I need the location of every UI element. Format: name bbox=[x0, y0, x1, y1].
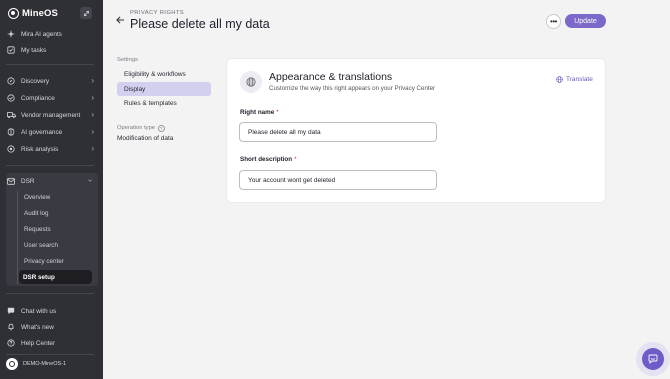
organization-switcher[interactable]: DEMO-MineOS-1 bbox=[6, 358, 66, 370]
chevron-right-icon: › bbox=[91, 93, 94, 102]
translate-label: Translate bbox=[566, 76, 593, 83]
card-title: Appearance & translations bbox=[269, 71, 393, 83]
operation-type-value: Modification of data bbox=[117, 135, 174, 142]
org-name: DEMO-MineOS-1 bbox=[23, 361, 67, 367]
chat-launcher-button[interactable] bbox=[642, 348, 664, 370]
submenu-rail bbox=[17, 191, 18, 284]
right-name-label: Right name * bbox=[240, 109, 279, 116]
sparkle-icon bbox=[6, 29, 16, 39]
chevron-right-icon: › bbox=[91, 127, 94, 136]
brand-name: MineOS bbox=[22, 7, 58, 19]
short-description-input[interactable] bbox=[239, 170, 437, 190]
more-options-button[interactable]: ••• bbox=[546, 14, 561, 29]
sidebar-item-label: Mira AI agents bbox=[21, 30, 62, 38]
chat-icon bbox=[648, 354, 658, 364]
mineos-logo-icon bbox=[8, 7, 19, 19]
update-button[interactable]: Update bbox=[565, 14, 606, 28]
sidebar-item-label: Compliance bbox=[21, 94, 55, 102]
sidebar-item-label: DSR bbox=[21, 177, 35, 185]
chat-icon bbox=[6, 306, 16, 316]
check-circle-icon bbox=[6, 93, 16, 103]
chevron-right-icon: › bbox=[91, 144, 94, 153]
page-title: Please delete all my data bbox=[130, 17, 270, 31]
sidebar-item-my-tasks[interactable]: My tasks bbox=[6, 43, 96, 57]
short-description-label: Short description * bbox=[240, 156, 297, 163]
chevron-right-icon: › bbox=[91, 76, 94, 85]
chevron-right-icon: › bbox=[91, 110, 94, 119]
sidebar-item-label: Vendor management bbox=[21, 111, 81, 119]
translate-button[interactable]: Translate bbox=[556, 76, 593, 83]
bell-icon bbox=[6, 322, 16, 332]
truck-icon bbox=[6, 110, 16, 120]
sidebar-divider bbox=[6, 354, 94, 355]
operation-type-label-text: Operation type bbox=[117, 125, 156, 132]
settings-item-display[interactable]: Display bbox=[117, 82, 211, 96]
sidebar-subitem-dsr-setup[interactable]: DSR setup bbox=[19, 270, 92, 284]
card-subtitle: Customize the way this right appears on … bbox=[269, 85, 436, 92]
breadcrumb: PRIVACY RIGHTS bbox=[130, 10, 185, 16]
sidebar-subitem-overview[interactable]: Overview bbox=[23, 191, 93, 203]
sidebar-item-help-center[interactable]: Help Center bbox=[6, 336, 96, 350]
right-name-input[interactable] bbox=[239, 122, 437, 142]
brain-icon bbox=[6, 127, 16, 137]
collapse-sidebar-button[interactable] bbox=[80, 7, 92, 19]
sidebar-subitem-privacy-center[interactable]: Privacy center bbox=[23, 255, 93, 267]
sidebar-subitem-audit-log[interactable]: Audit log bbox=[23, 207, 93, 219]
globe-icon bbox=[240, 71, 262, 93]
help-icon bbox=[6, 338, 16, 348]
sidebar-item-label: What's new bbox=[21, 323, 54, 331]
brand-logo: MineOS bbox=[8, 6, 96, 20]
sidebar-item-mira-ai-agents[interactable]: Mira AI agents bbox=[6, 27, 96, 41]
sidebar-item-whats-new[interactable]: What's new bbox=[6, 320, 96, 334]
settings-item-eligibility-workflows[interactable]: Eligibility & workflows bbox=[117, 67, 211, 81]
sidebar-item-label: Discovery bbox=[21, 77, 50, 85]
sidebar-subitem-requests[interactable]: Requests bbox=[23, 223, 93, 235]
sidebar-item-risk-analysis[interactable]: Risk analysis › bbox=[6, 142, 96, 156]
sidebar-item-vendor-management[interactable]: Vendor management › bbox=[6, 108, 96, 122]
sidebar-item-discovery[interactable]: Discovery › bbox=[6, 74, 96, 88]
operation-type-label: Operation type ? bbox=[117, 125, 165, 132]
settings-item-rules-templates[interactable]: Rules & templates bbox=[117, 96, 211, 110]
org-avatar bbox=[6, 358, 18, 370]
sidebar-item-chat-with-us[interactable]: Chat with us bbox=[6, 304, 96, 318]
sidebar-item-compliance[interactable]: Compliance › bbox=[6, 91, 96, 105]
required-marker: * bbox=[294, 156, 297, 163]
chevron-down-icon: › bbox=[86, 179, 96, 182]
sidebar-item-label: Chat with us bbox=[21, 307, 57, 315]
sidebar-item-label: AI governance bbox=[21, 128, 63, 136]
sidebar-divider bbox=[6, 64, 94, 65]
sidebar-subitem-user-search[interactable]: User search bbox=[23, 239, 93, 251]
task-icon bbox=[6, 45, 16, 55]
expand-arrows-icon bbox=[83, 10, 89, 16]
compass-icon bbox=[6, 76, 16, 86]
risk-icon bbox=[6, 144, 16, 154]
mail-icon bbox=[6, 176, 16, 186]
required-marker: * bbox=[276, 109, 279, 116]
sidebar-item-ai-governance[interactable]: AI governance › bbox=[6, 125, 96, 139]
short-description-label-text: Short description bbox=[240, 156, 293, 163]
sidebar-item-label: Risk analysis bbox=[21, 145, 59, 153]
sidebar-item-label: Help Center bbox=[21, 339, 56, 347]
back-arrow-icon[interactable] bbox=[116, 15, 125, 27]
sidebar-divider bbox=[6, 165, 94, 166]
sidebar-item-label: My tasks bbox=[21, 46, 47, 54]
sidebar: MineOS Mira AI agents My tasks Discovery… bbox=[0, 0, 103, 379]
settings-heading: Settings bbox=[117, 57, 138, 63]
right-name-label-text: Right name bbox=[240, 109, 275, 116]
sidebar-item-dsr[interactable]: DSR › bbox=[6, 174, 96, 188]
question-icon[interactable]: ? bbox=[158, 125, 165, 132]
sidebar-divider bbox=[6, 293, 94, 294]
globe-icon bbox=[556, 76, 563, 83]
